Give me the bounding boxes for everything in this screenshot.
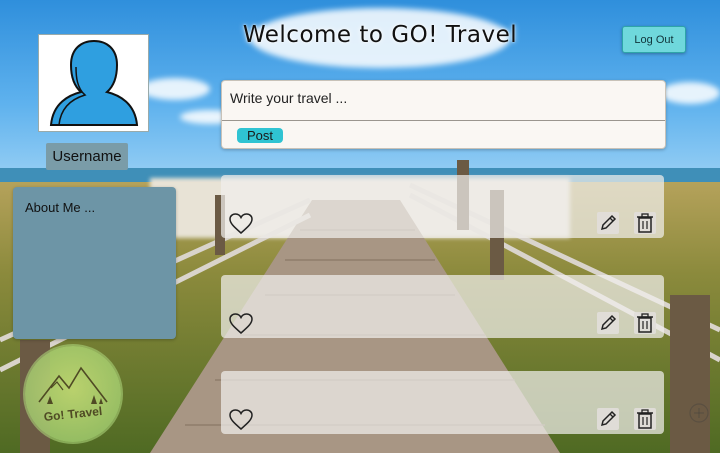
edit-post-button[interactable] bbox=[597, 312, 619, 334]
heart-icon[interactable] bbox=[229, 213, 253, 235]
app-window: Welcome to GO! Travel Log Out Username A… bbox=[0, 0, 720, 453]
travel-post-input[interactable] bbox=[230, 87, 650, 109]
go-travel-logo: Go! Travel bbox=[25, 346, 121, 442]
delete-post-button[interactable] bbox=[634, 212, 656, 234]
post-composer: Post bbox=[221, 80, 666, 149]
page-title: Welcome to GO! Travel bbox=[242, 22, 518, 48]
logout-button[interactable]: Log Out bbox=[622, 26, 686, 53]
edit-post-button[interactable] bbox=[597, 212, 619, 234]
feed-post-card bbox=[221, 371, 664, 434]
feed-post-card bbox=[221, 175, 664, 238]
trash-icon bbox=[637, 313, 653, 333]
trash-icon bbox=[637, 213, 653, 233]
add-circle-icon[interactable] bbox=[688, 402, 710, 424]
pencil-icon bbox=[600, 214, 617, 231]
edit-post-button[interactable] bbox=[597, 408, 619, 430]
feed-post-card bbox=[221, 275, 664, 338]
avatar[interactable] bbox=[38, 34, 149, 132]
post-button[interactable]: Post bbox=[237, 128, 283, 143]
trash-icon bbox=[637, 409, 653, 429]
user-silhouette-icon bbox=[49, 39, 139, 126]
composer-divider bbox=[222, 120, 665, 121]
about-me-text: About Me ... bbox=[25, 200, 96, 215]
pencil-icon bbox=[600, 410, 617, 427]
delete-post-button[interactable] bbox=[634, 312, 656, 334]
pencil-icon bbox=[600, 314, 617, 331]
about-me-panel[interactable]: About Me ... bbox=[13, 187, 176, 339]
heart-icon[interactable] bbox=[229, 409, 253, 431]
heart-icon[interactable] bbox=[229, 313, 253, 335]
delete-post-button[interactable] bbox=[634, 408, 656, 430]
username-label: Username bbox=[46, 143, 128, 170]
mountain-logo-icon bbox=[38, 366, 108, 404]
